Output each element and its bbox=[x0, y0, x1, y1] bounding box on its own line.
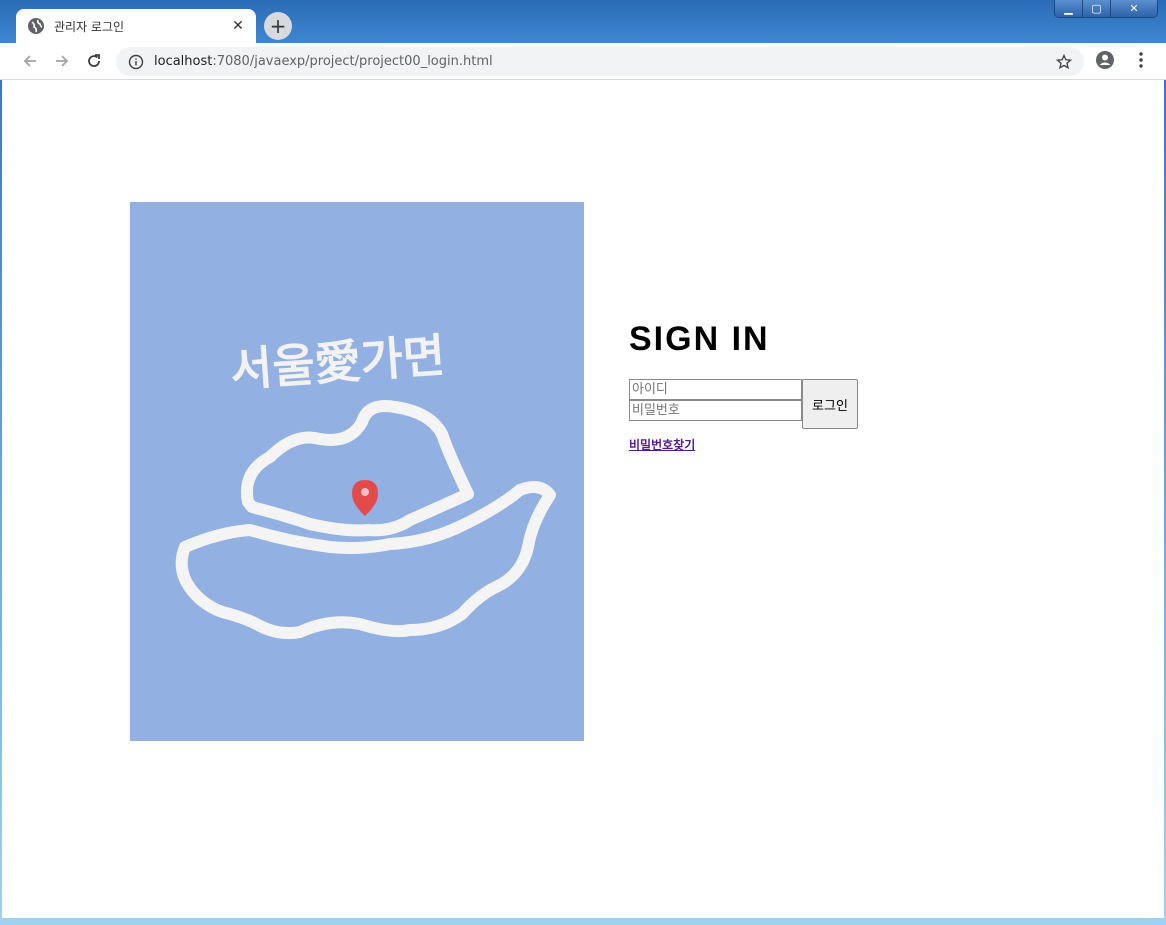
page-content: 서울愛가면 SIGN IN 로그인 비밀번호찾기 bbox=[2, 80, 1164, 918]
signin-title: SIGN IN bbox=[629, 320, 770, 358]
back-arrow-icon[interactable] bbox=[14, 45, 46, 77]
credential-inputs bbox=[629, 379, 802, 429]
reload-icon[interactable] bbox=[78, 45, 110, 77]
title-bar: 관리자 로그인 ✕ + ▁ ▢ ✕ bbox=[0, 0, 1166, 43]
info-icon[interactable] bbox=[128, 54, 144, 70]
address-bar[interactable]: localhost:7080/javaexp/project/project00… bbox=[116, 47, 1084, 76]
url-host: localhost bbox=[154, 54, 213, 69]
maximize-button[interactable]: ▢ bbox=[1083, 0, 1111, 17]
url-text: localhost:7080/javaexp/project/project00… bbox=[154, 54, 1056, 69]
seoul-illustration-svg: 서울愛가면 bbox=[130, 202, 584, 741]
signin-panel: SIGN IN 로그인 비밀번호찾기 bbox=[629, 320, 858, 453]
seoul-map-illustration: 서울愛가면 bbox=[130, 202, 584, 741]
id-input[interactable] bbox=[629, 379, 802, 400]
new-tab-button[interactable]: + bbox=[264, 12, 292, 40]
tab-title: 관리자 로그인 bbox=[54, 19, 125, 34]
password-input[interactable] bbox=[629, 400, 802, 421]
minimize-button[interactable]: ▁ bbox=[1055, 0, 1083, 17]
browser-toolbar: localhost:7080/javaexp/project/project00… bbox=[0, 43, 1166, 80]
find-password-link[interactable]: 비밀번호찾기 bbox=[629, 436, 695, 453]
window-controls: ▁ ▢ ✕ bbox=[1054, 0, 1158, 18]
close-tab-icon[interactable]: ✕ bbox=[230, 18, 246, 34]
url-path: :7080/javaexp/project/project00_login.ht… bbox=[212, 54, 493, 69]
forward-arrow-icon[interactable] bbox=[46, 45, 78, 77]
globe-icon bbox=[28, 18, 44, 34]
login-form: 로그인 bbox=[629, 379, 858, 429]
profile-icon[interactable] bbox=[1094, 49, 1116, 71]
bookmark-star-icon[interactable] bbox=[1056, 53, 1072, 70]
close-window-button[interactable]: ✕ bbox=[1111, 0, 1157, 17]
toolbar-actions bbox=[1094, 49, 1152, 71]
menu-dots-icon[interactable] bbox=[1130, 49, 1152, 71]
browser-window: 관리자 로그인 ✕ + ▁ ▢ ✕ localhost:7080/javaexp… bbox=[0, 0, 1166, 925]
login-button[interactable]: 로그인 bbox=[802, 379, 858, 429]
browser-tab[interactable]: 관리자 로그인 ✕ bbox=[16, 9, 256, 43]
